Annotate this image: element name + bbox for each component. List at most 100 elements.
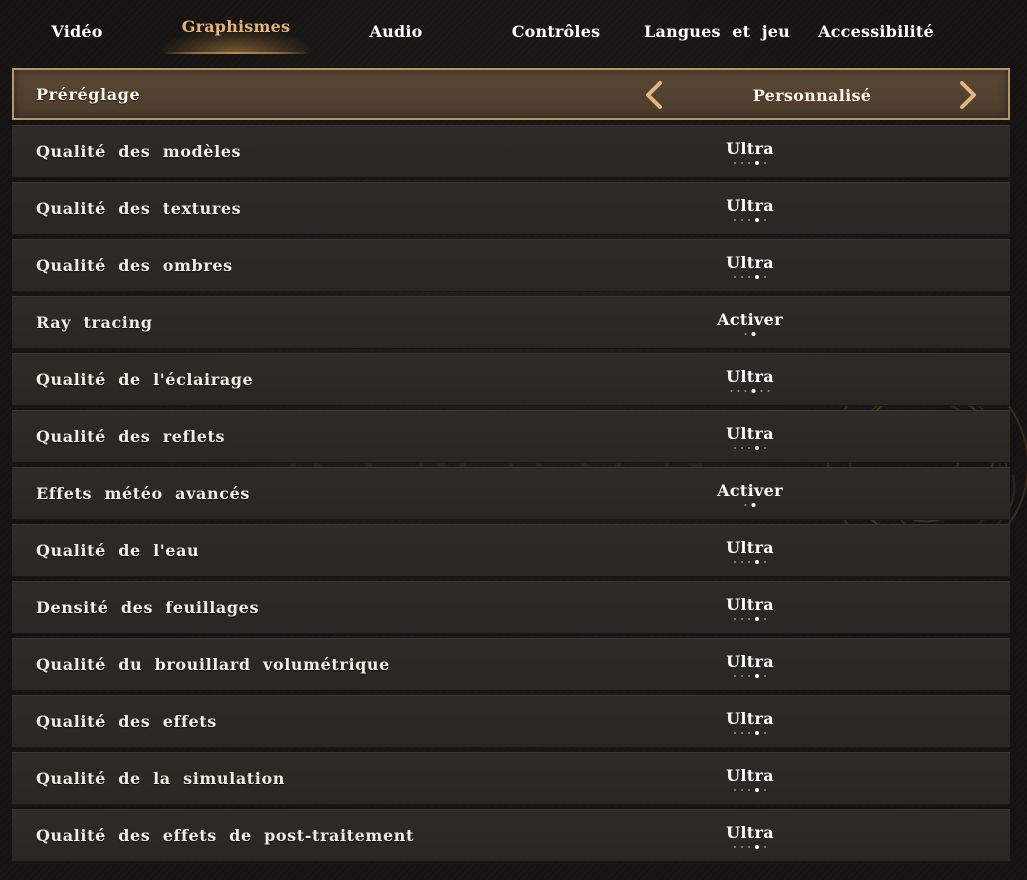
level-dot [748,789,750,791]
level-dot [734,675,736,677]
setting-value: Ultra [726,538,774,557]
level-dot [734,618,736,620]
setting-row-shadow-quality[interactable]: Qualité des ombres Ultra [12,239,1010,292]
level-dot-selected [755,674,759,678]
setting-row-weather-effects[interactable]: Effets météo avancés Activer [12,467,1010,520]
setting-label: Qualité des textures [36,199,242,218]
level-dot-selected [755,218,759,222]
level-indicator [734,617,766,621]
level-dot [741,675,743,677]
setting-label: Qualité des effets [36,712,217,731]
setting-label: Qualité des modèles [36,142,242,161]
active-tab-underline [163,52,309,54]
tab-label: Accessibilité [818,21,934,41]
level-indicator [734,446,766,450]
level-dot [767,390,770,392]
chevron-right-icon[interactable] [954,80,982,110]
level-dot [760,390,763,392]
level-dot [741,789,743,791]
setting-value: Activer [717,481,783,500]
setting-value: Ultra [726,709,774,728]
setting-label: Densité des feuillages [36,598,260,617]
level-dot [748,276,750,278]
tab-accessibilite[interactable]: Accessibilité [815,8,937,54]
setting-label: Qualité des reflets [36,427,226,446]
level-indicator [744,332,756,336]
setting-value: Ultra [726,196,774,215]
tab-graphismes[interactable]: Graphismes [157,8,315,54]
setting-value: Ultra [726,766,774,785]
level-dot [734,561,736,563]
level-indicator [734,731,766,735]
preset-row[interactable]: Préréglage Personnalisé [12,68,1010,120]
level-indicator [730,389,770,393]
level-dot-selected [755,845,759,849]
level-dot [741,447,743,449]
level-dot [741,561,743,563]
level-dot [748,675,750,677]
level-dot [764,789,766,791]
setting-label: Qualité de la simulation [36,769,285,788]
level-indicator [734,218,766,222]
setting-row-lighting-quality[interactable]: Qualité de l'éclairage Ultra [12,353,1010,406]
setting-label: Qualité des ombres [36,256,233,275]
level-dot-selected [755,275,759,279]
level-dot [741,846,743,848]
level-dot-selected [751,389,756,393]
preset-value: Personnalisé [752,86,872,105]
setting-row-texture-quality[interactable]: Qualité des textures Ultra [12,182,1010,235]
settings-tab-bar: Vidéo Graphismes Audio Contrôles Langues… [0,0,1027,62]
level-indicator [734,275,766,279]
tab-label: Langues et jeu [644,21,790,41]
level-dot [741,618,743,620]
setting-row-simulation-quality[interactable]: Qualité de la simulation Ultra [12,752,1010,805]
setting-label: Effets météo avancés [36,484,250,503]
tab-label: Audio [369,21,423,41]
setting-row-model-quality[interactable]: Qualité des modèles Ultra [12,125,1010,178]
level-dot [764,618,766,620]
level-dot-selected [755,446,759,450]
setting-row-post-processing-quality[interactable]: Qualité des effets de post-traitement Ult… [12,809,1010,862]
level-indicator [734,674,766,678]
level-dot-selected [751,332,756,336]
setting-row-effects-quality[interactable]: Qualité des effets Ultra [12,695,1010,748]
setting-row-reflection-quality[interactable]: Qualité des reflets Ultra [12,410,1010,463]
level-dot [730,390,733,392]
level-dot [748,618,750,620]
tab-label: Vidéo [51,21,103,41]
tab-label: Graphismes [181,17,291,36]
setting-label: Qualité des effets de post-traitement [36,826,414,845]
level-dot [734,219,736,221]
setting-row-ray-tracing[interactable]: Ray tracing Activer [12,296,1010,349]
level-dot [748,162,750,164]
tab-langues-et-jeu[interactable]: Langues et jeu [644,8,790,54]
settings-screen: RIMSON Vidéo Graphismes Audio Contrôles … [0,0,1027,880]
setting-row-volumetric-fog-quality[interactable]: Qualité du brouillard volumétrique Ultra [12,638,1010,691]
setting-value: Ultra [726,595,774,614]
level-dot [764,732,766,734]
level-dot [734,789,736,791]
level-indicator [744,503,756,507]
level-dot [734,162,736,164]
tab-controles[interactable]: Contrôles [505,8,607,54]
setting-value: Ultra [726,139,774,158]
tab-audio[interactable]: Audio [356,8,436,54]
level-dot [764,561,766,563]
level-dot [744,390,747,392]
tab-video[interactable]: Vidéo [40,8,114,54]
level-dot [764,276,766,278]
level-dot [744,504,747,506]
level-dot [734,276,736,278]
setting-value: Activer [717,310,783,329]
level-dot [734,732,736,734]
level-dot [744,333,747,335]
setting-row-water-quality[interactable]: Qualité de l'eau Ultra [12,524,1010,577]
level-indicator [734,560,766,564]
setting-label: Ray tracing [36,313,153,332]
level-dot [764,447,766,449]
chevron-left-icon[interactable] [640,80,668,110]
setting-value: Ultra [726,823,774,842]
setting-row-foliage-density[interactable]: Densité des feuillages Ultra [12,581,1010,634]
level-dot-selected [755,617,759,621]
level-dot-selected [751,503,756,507]
